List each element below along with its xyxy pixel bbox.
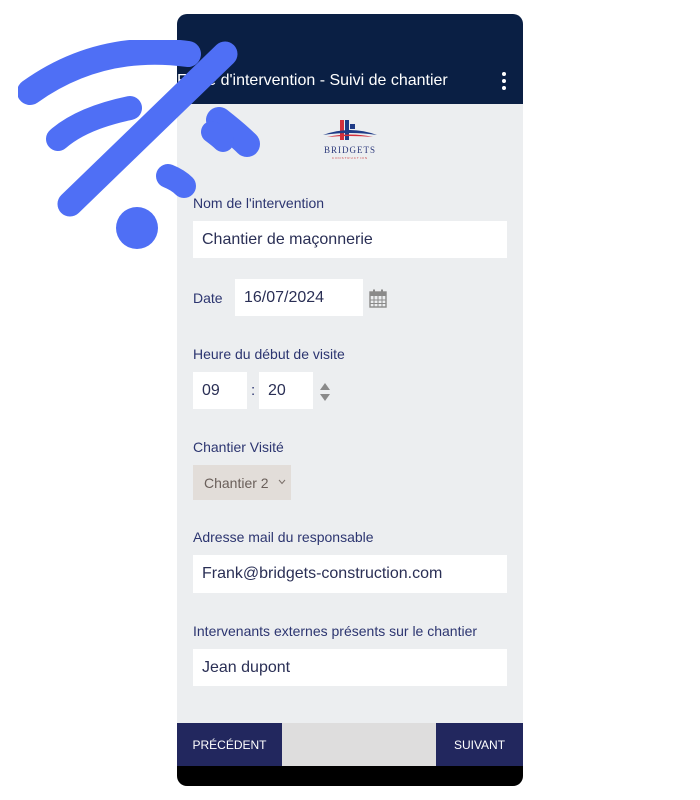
spinner-arrows-icon[interactable] — [318, 381, 332, 403]
logo-text: BRIDGETS — [323, 145, 376, 155]
external-staff-input[interactable]: Jean dupont — [193, 649, 507, 686]
logo-subtitle: CONSTRUCTION — [331, 156, 369, 160]
manager-email-input[interactable]: Frank@bridgets-construction.com — [193, 555, 507, 593]
previous-button[interactable]: PRÉCÉDENT — [177, 723, 282, 766]
time-separator: : — [251, 382, 256, 399]
more-vert-icon[interactable] — [495, 71, 513, 91]
external-staff-label: Intervenants externes présents sur le ch… — [193, 623, 478, 639]
chevron-down-icon — [278, 479, 286, 485]
start-minute-input[interactable]: 20 — [259, 372, 313, 409]
site-select[interactable]: Chantier 2 — [193, 465, 291, 500]
wifi-off-icon — [18, 40, 260, 249]
calendar-icon[interactable] — [369, 289, 387, 308]
manager-email-label: Adresse mail du responsable — [193, 529, 374, 545]
date-label: Date — [193, 290, 223, 306]
next-button[interactable]: SUIVANT — [436, 723, 523, 766]
bottom-bar — [177, 766, 523, 786]
site-select-value: Chantier 2 — [204, 474, 269, 491]
start-time-label: Heure du début de visite — [193, 346, 345, 362]
footer-nav: PRÉCÉDENT SUIVANT — [177, 723, 523, 766]
date-input[interactable]: 16/07/2024 — [235, 279, 363, 316]
site-label: Chantier Visité — [193, 439, 284, 455]
start-hour-input[interactable]: 09 — [193, 372, 247, 409]
